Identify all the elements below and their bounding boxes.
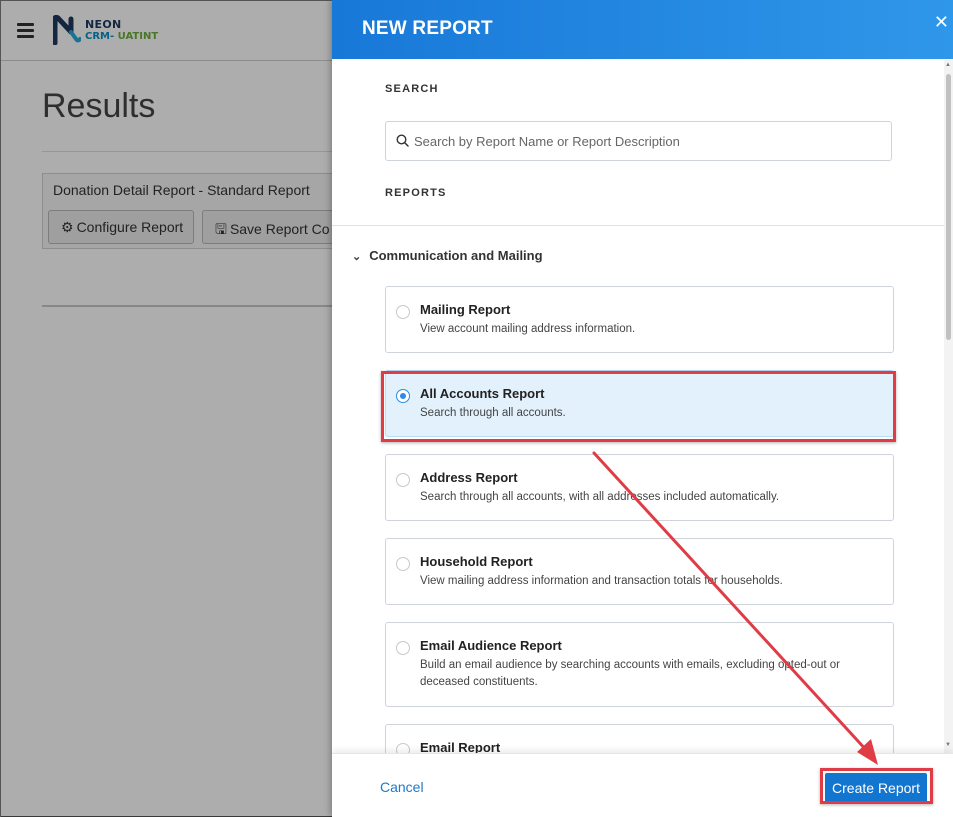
category-label: Communication and Mailing bbox=[369, 248, 543, 263]
report-description: Build an email audience by searching acc… bbox=[420, 659, 840, 688]
radio-button[interactable] bbox=[396, 305, 410, 319]
divider bbox=[332, 225, 944, 226]
report-card-mailing[interactable]: Mailing Report View account mailing addr… bbox=[385, 286, 894, 353]
reports-section-label: REPORTS bbox=[385, 187, 447, 199]
report-card-email-audience[interactable]: Email Audience Report Build an email aud… bbox=[385, 622, 894, 707]
scroll-up-icon[interactable]: ▲ bbox=[945, 62, 951, 68]
report-description: View mailing address information and tra… bbox=[420, 575, 783, 587]
drawer-header: NEW REPORT ✕ bbox=[332, 0, 953, 59]
report-title: Household Report bbox=[420, 554, 533, 569]
chevron-down-icon: ⌄ bbox=[352, 251, 362, 263]
cancel-button[interactable]: Cancel bbox=[380, 779, 424, 795]
report-description: Search through all accounts, with all ad… bbox=[420, 491, 780, 503]
drawer-title: NEW REPORT bbox=[362, 18, 493, 39]
report-description: View account mailing address information… bbox=[420, 323, 636, 335]
report-card-address[interactable]: Address Report Search through all accoun… bbox=[385, 454, 894, 521]
category-toggle[interactable]: ⌄ Communication and Mailing bbox=[352, 248, 543, 263]
report-title: Mailing Report bbox=[420, 302, 511, 317]
radio-button[interactable] bbox=[396, 473, 410, 487]
search-icon bbox=[396, 134, 409, 147]
scrollbar-thumb[interactable] bbox=[946, 74, 951, 340]
search-input[interactable] bbox=[414, 130, 884, 152]
search-box[interactable] bbox=[385, 121, 892, 161]
search-section-label: SEARCH bbox=[385, 83, 439, 95]
highlight-box bbox=[820, 768, 933, 804]
modal-overlay[interactable] bbox=[1, 1, 333, 817]
radio-button[interactable] bbox=[396, 641, 410, 655]
report-title: Email Audience Report bbox=[420, 638, 562, 653]
scroll-down-icon[interactable]: ▼ bbox=[945, 742, 951, 748]
highlight-box bbox=[381, 371, 896, 442]
close-icon[interactable]: ✕ bbox=[934, 12, 949, 33]
report-title: Address Report bbox=[420, 470, 518, 485]
radio-button[interactable] bbox=[396, 557, 410, 571]
report-card-household[interactable]: Household Report View mailing address in… bbox=[385, 538, 894, 605]
